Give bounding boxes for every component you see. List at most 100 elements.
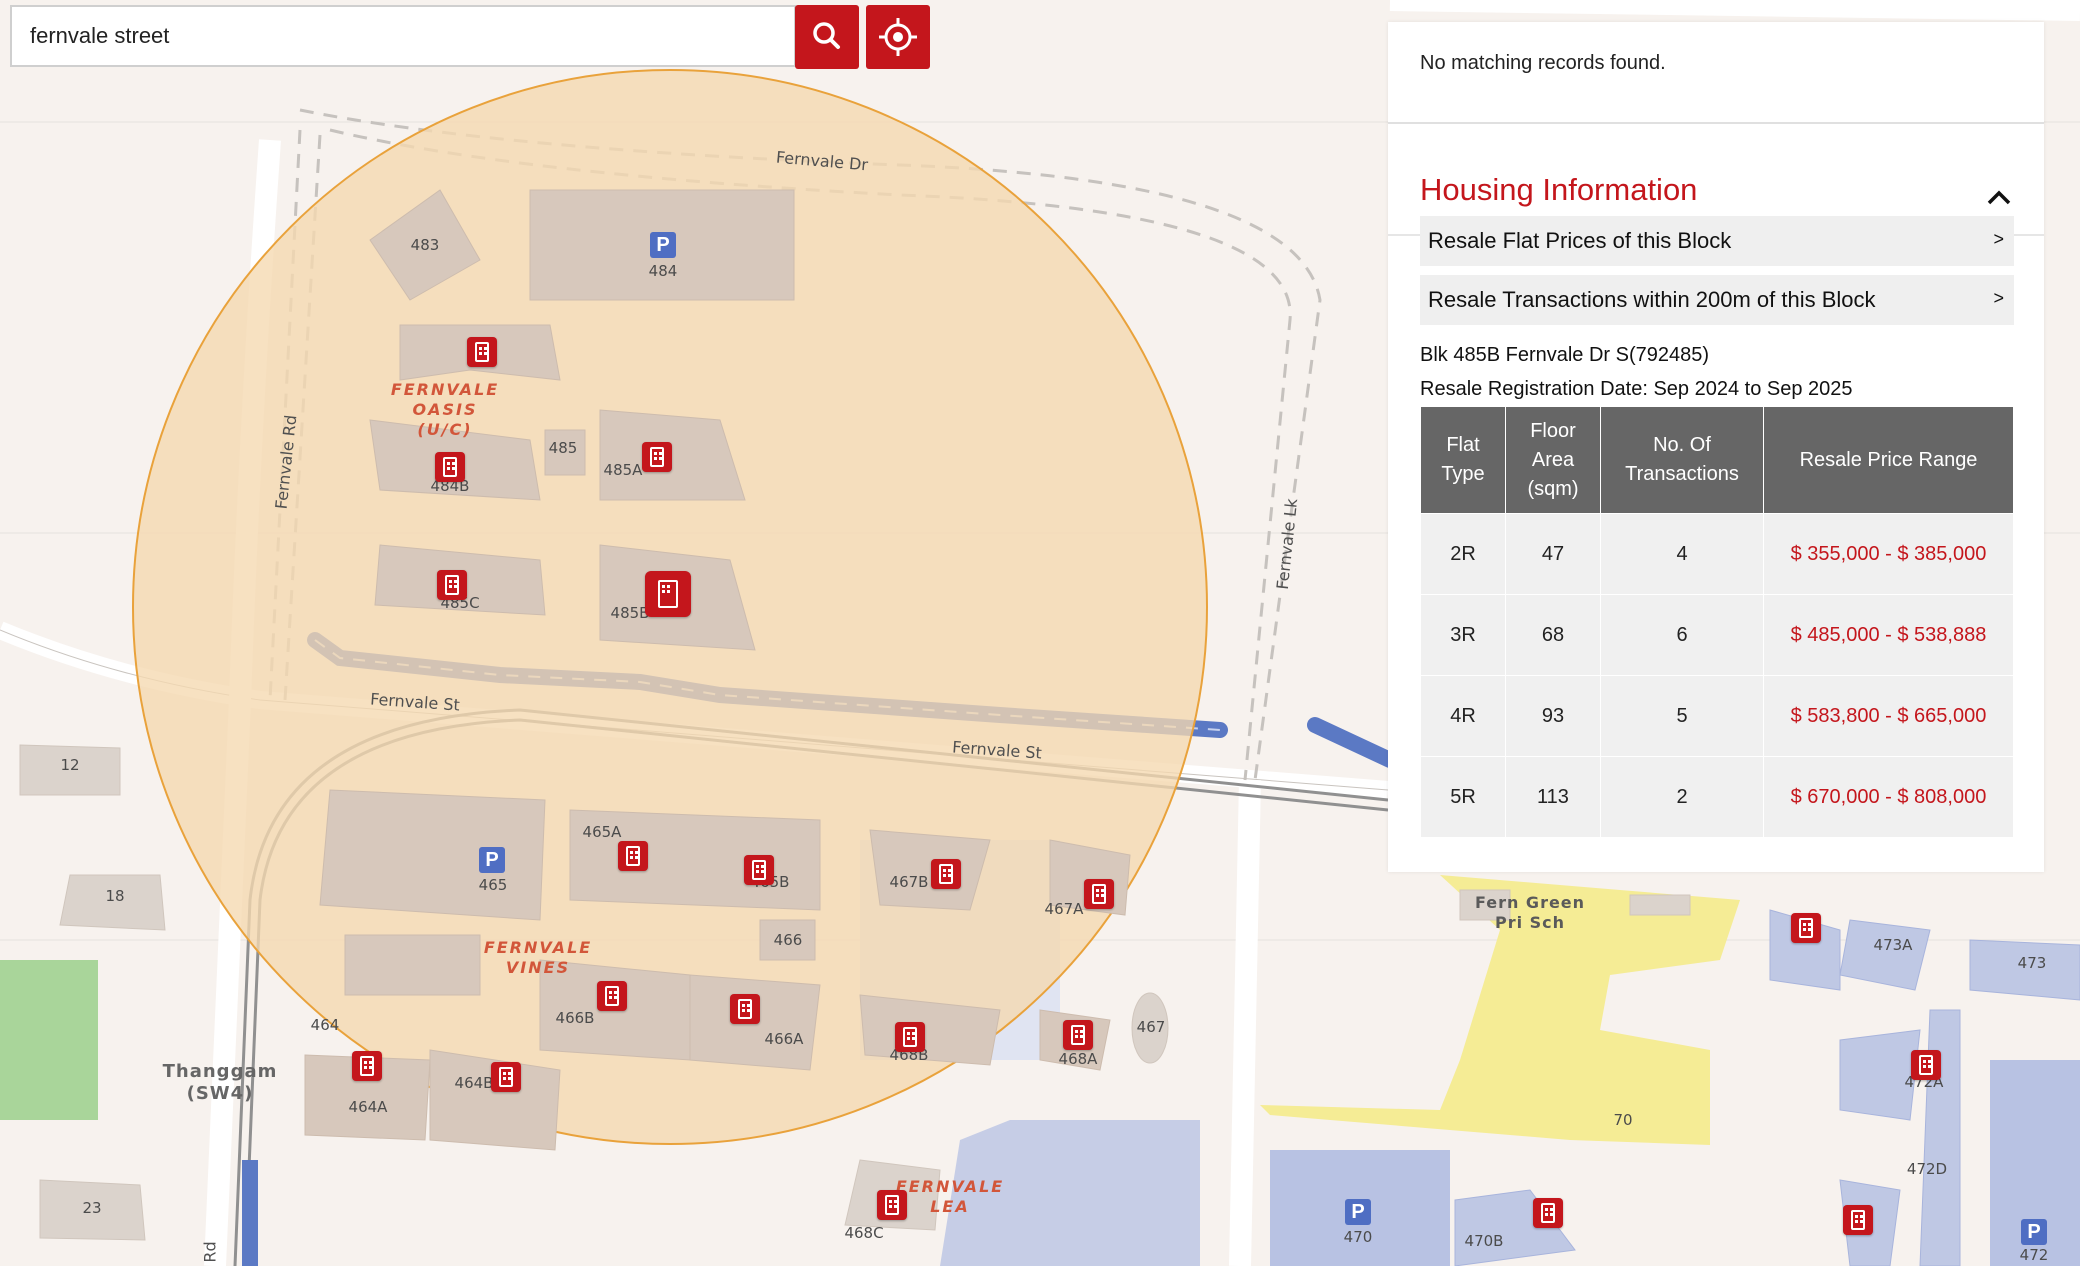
parking-icon: P <box>1345 1199 1371 1225</box>
chevron-right-icon: > <box>1993 229 2004 249</box>
block-label: 12 <box>60 756 80 774</box>
flat-type-cell: 3R <box>1420 594 1506 676</box>
parking-icon: P <box>650 232 676 258</box>
block-label: 467A <box>1044 900 1084 918</box>
block-label: 464A <box>348 1098 388 1116</box>
block-label: 473A <box>1873 936 1913 954</box>
block-label: 464 <box>310 1016 340 1034</box>
transactions-cell: 6 <box>1600 594 1764 676</box>
table-header-row: Flat Type Floor Area (sqm) No. Of Transa… <box>1420 406 2014 514</box>
block-label: 465A <box>582 823 622 841</box>
resale-transactions-200m-link[interactable]: Resale Transactions within 200m of this … <box>1420 275 2014 325</box>
table-row: 5R 113 2 $ 670,000 - $ 808,000 <box>1420 756 2014 838</box>
block-label: 466 <box>773 931 803 949</box>
floor-area-cell: 68 <box>1505 594 1601 676</box>
block-label: 485 <box>548 439 578 457</box>
hdb-block-marker[interactable] <box>467 337 497 367</box>
hdb-block-marker[interactable] <box>1843 1205 1873 1235</box>
block-label: 465 <box>478 876 508 894</box>
estate-label-fernvale-vines: FERNVALE VINES <box>483 938 593 977</box>
hdb-block-marker[interactable] <box>895 1022 925 1052</box>
block-label: 484 <box>648 262 678 280</box>
link-label: Resale Flat Prices of this Block <box>1428 228 1732 253</box>
hdb-block-marker[interactable] <box>1084 879 1114 909</box>
hdb-block-marker[interactable] <box>931 859 961 889</box>
block-label: 470 <box>1343 1228 1373 1246</box>
block-label: 70 <box>1613 1111 1633 1129</box>
block-label: 468A <box>1058 1050 1098 1068</box>
station-label: Thanggam (SW4) <box>162 1061 278 1104</box>
block-label: 472D <box>1906 1160 1948 1178</box>
resale-prices-block-link[interactable]: Resale Flat Prices of this Block > <box>1420 216 2014 266</box>
hdb-block-marker[interactable] <box>1911 1050 1941 1080</box>
hdb-block-marker[interactable] <box>877 1190 907 1220</box>
locate-icon <box>879 18 917 56</box>
block-label: 18 <box>105 887 125 905</box>
block-label: 485A <box>603 461 643 479</box>
price-range-cell: $ 583,800 - $ 665,000 <box>1763 675 2014 757</box>
hdb-block-marker[interactable] <box>642 442 672 472</box>
floor-area-cell: 47 <box>1505 513 1601 595</box>
hdb-block-marker[interactable] <box>435 452 465 482</box>
table-row: 3R 68 6 $ 485,000 - $ 538,888 <box>1420 594 2014 676</box>
block-label: 464B <box>454 1074 494 1092</box>
block-label: 466B <box>555 1009 595 1027</box>
transactions-cell: 5 <box>1600 675 1764 757</box>
housing-info-title: Housing Information <box>1420 172 1698 207</box>
table-row: 2R 47 4 $ 355,000 - $ 385,000 <box>1420 513 2014 595</box>
parking-icon: P <box>479 847 505 873</box>
block-label: 466A <box>764 1030 804 1048</box>
block-label: 467B <box>889 873 929 891</box>
block-label: 23 <box>82 1199 102 1217</box>
no-records-message: No matching records found. <box>1420 52 1666 74</box>
locate-button[interactable] <box>866 5 930 69</box>
search-input[interactable] <box>10 5 796 67</box>
flat-type-cell: 4R <box>1420 675 1506 757</box>
hdb-block-marker[interactable] <box>618 841 648 871</box>
info-panel: No matching records found. Housing Infor… <box>1388 22 2044 872</box>
transactions-cell: 2 <box>1600 756 1764 838</box>
hdb-block-marker[interactable] <box>1063 1020 1093 1050</box>
hdb-block-marker[interactable] <box>437 570 467 600</box>
block-label: 467 <box>1136 1018 1166 1036</box>
estate-label-fernvale-lea: FERNVALE LEA <box>895 1177 1005 1216</box>
price-range-cell: $ 670,000 - $ 808,000 <box>1763 756 2014 838</box>
flat-type-cell: 2R <box>1420 513 1506 595</box>
block-label: 483 <box>410 236 440 254</box>
hdb-block-marker[interactable] <box>597 981 627 1011</box>
hdb-block-marker[interactable] <box>352 1051 382 1081</box>
block-address: Blk 485B Fernvale Dr S(792485) <box>1420 344 1710 366</box>
hdb-block-marker[interactable] <box>744 855 774 885</box>
road-label-rd: Rd <box>200 1241 220 1263</box>
column-header: Resale Price Range <box>1763 406 2014 514</box>
search-icon <box>813 22 840 49</box>
column-header: Flat Type <box>1420 406 1506 514</box>
block-label: 485B <box>610 604 650 622</box>
hdb-block-marker[interactable] <box>1533 1198 1563 1228</box>
floor-area-cell: 93 <box>1505 675 1601 757</box>
transactions-cell: 4 <box>1600 513 1764 595</box>
price-range-cell: $ 355,000 - $ 385,000 <box>1763 513 2014 595</box>
chevron-right-icon: > <box>1993 288 2004 308</box>
price-range-cell: $ 485,000 - $ 538,888 <box>1763 594 2014 676</box>
hdb-block-marker[interactable] <box>491 1062 521 1092</box>
table-row: 4R 93 5 $ 583,800 - $ 665,000 <box>1420 675 2014 757</box>
selected-block-marker[interactable] <box>645 571 691 617</box>
block-label: 470B <box>1464 1232 1504 1250</box>
hdb-block-marker[interactable] <box>1791 913 1821 943</box>
column-header: No. Of Transactions <box>1600 406 1764 514</box>
hdb-block-marker[interactable] <box>730 994 760 1024</box>
column-header: Floor Area (sqm) <box>1505 406 1601 514</box>
block-label: 473 <box>2017 954 2047 972</box>
resale-date-range: Resale Registration Date: Sep 2024 to Se… <box>1420 378 1853 400</box>
flat-type-cell: 5R <box>1420 756 1506 838</box>
block-label: 472 <box>2019 1246 2049 1264</box>
resale-price-table: Flat Type Floor Area (sqm) No. Of Transa… <box>1420 406 2014 838</box>
school-label: Fern Green Pri Sch <box>1474 893 1586 932</box>
floor-area-cell: 113 <box>1505 756 1601 838</box>
block-label: 468C <box>844 1224 884 1242</box>
search-button[interactable] <box>795 5 859 69</box>
estate-label-fernvale-oasis: FERNVALE OASIS (U/C) <box>390 380 500 439</box>
link-label: Resale Transactions within 200m of this … <box>1428 287 1876 312</box>
chevron-up-icon[interactable] <box>1986 188 2012 206</box>
